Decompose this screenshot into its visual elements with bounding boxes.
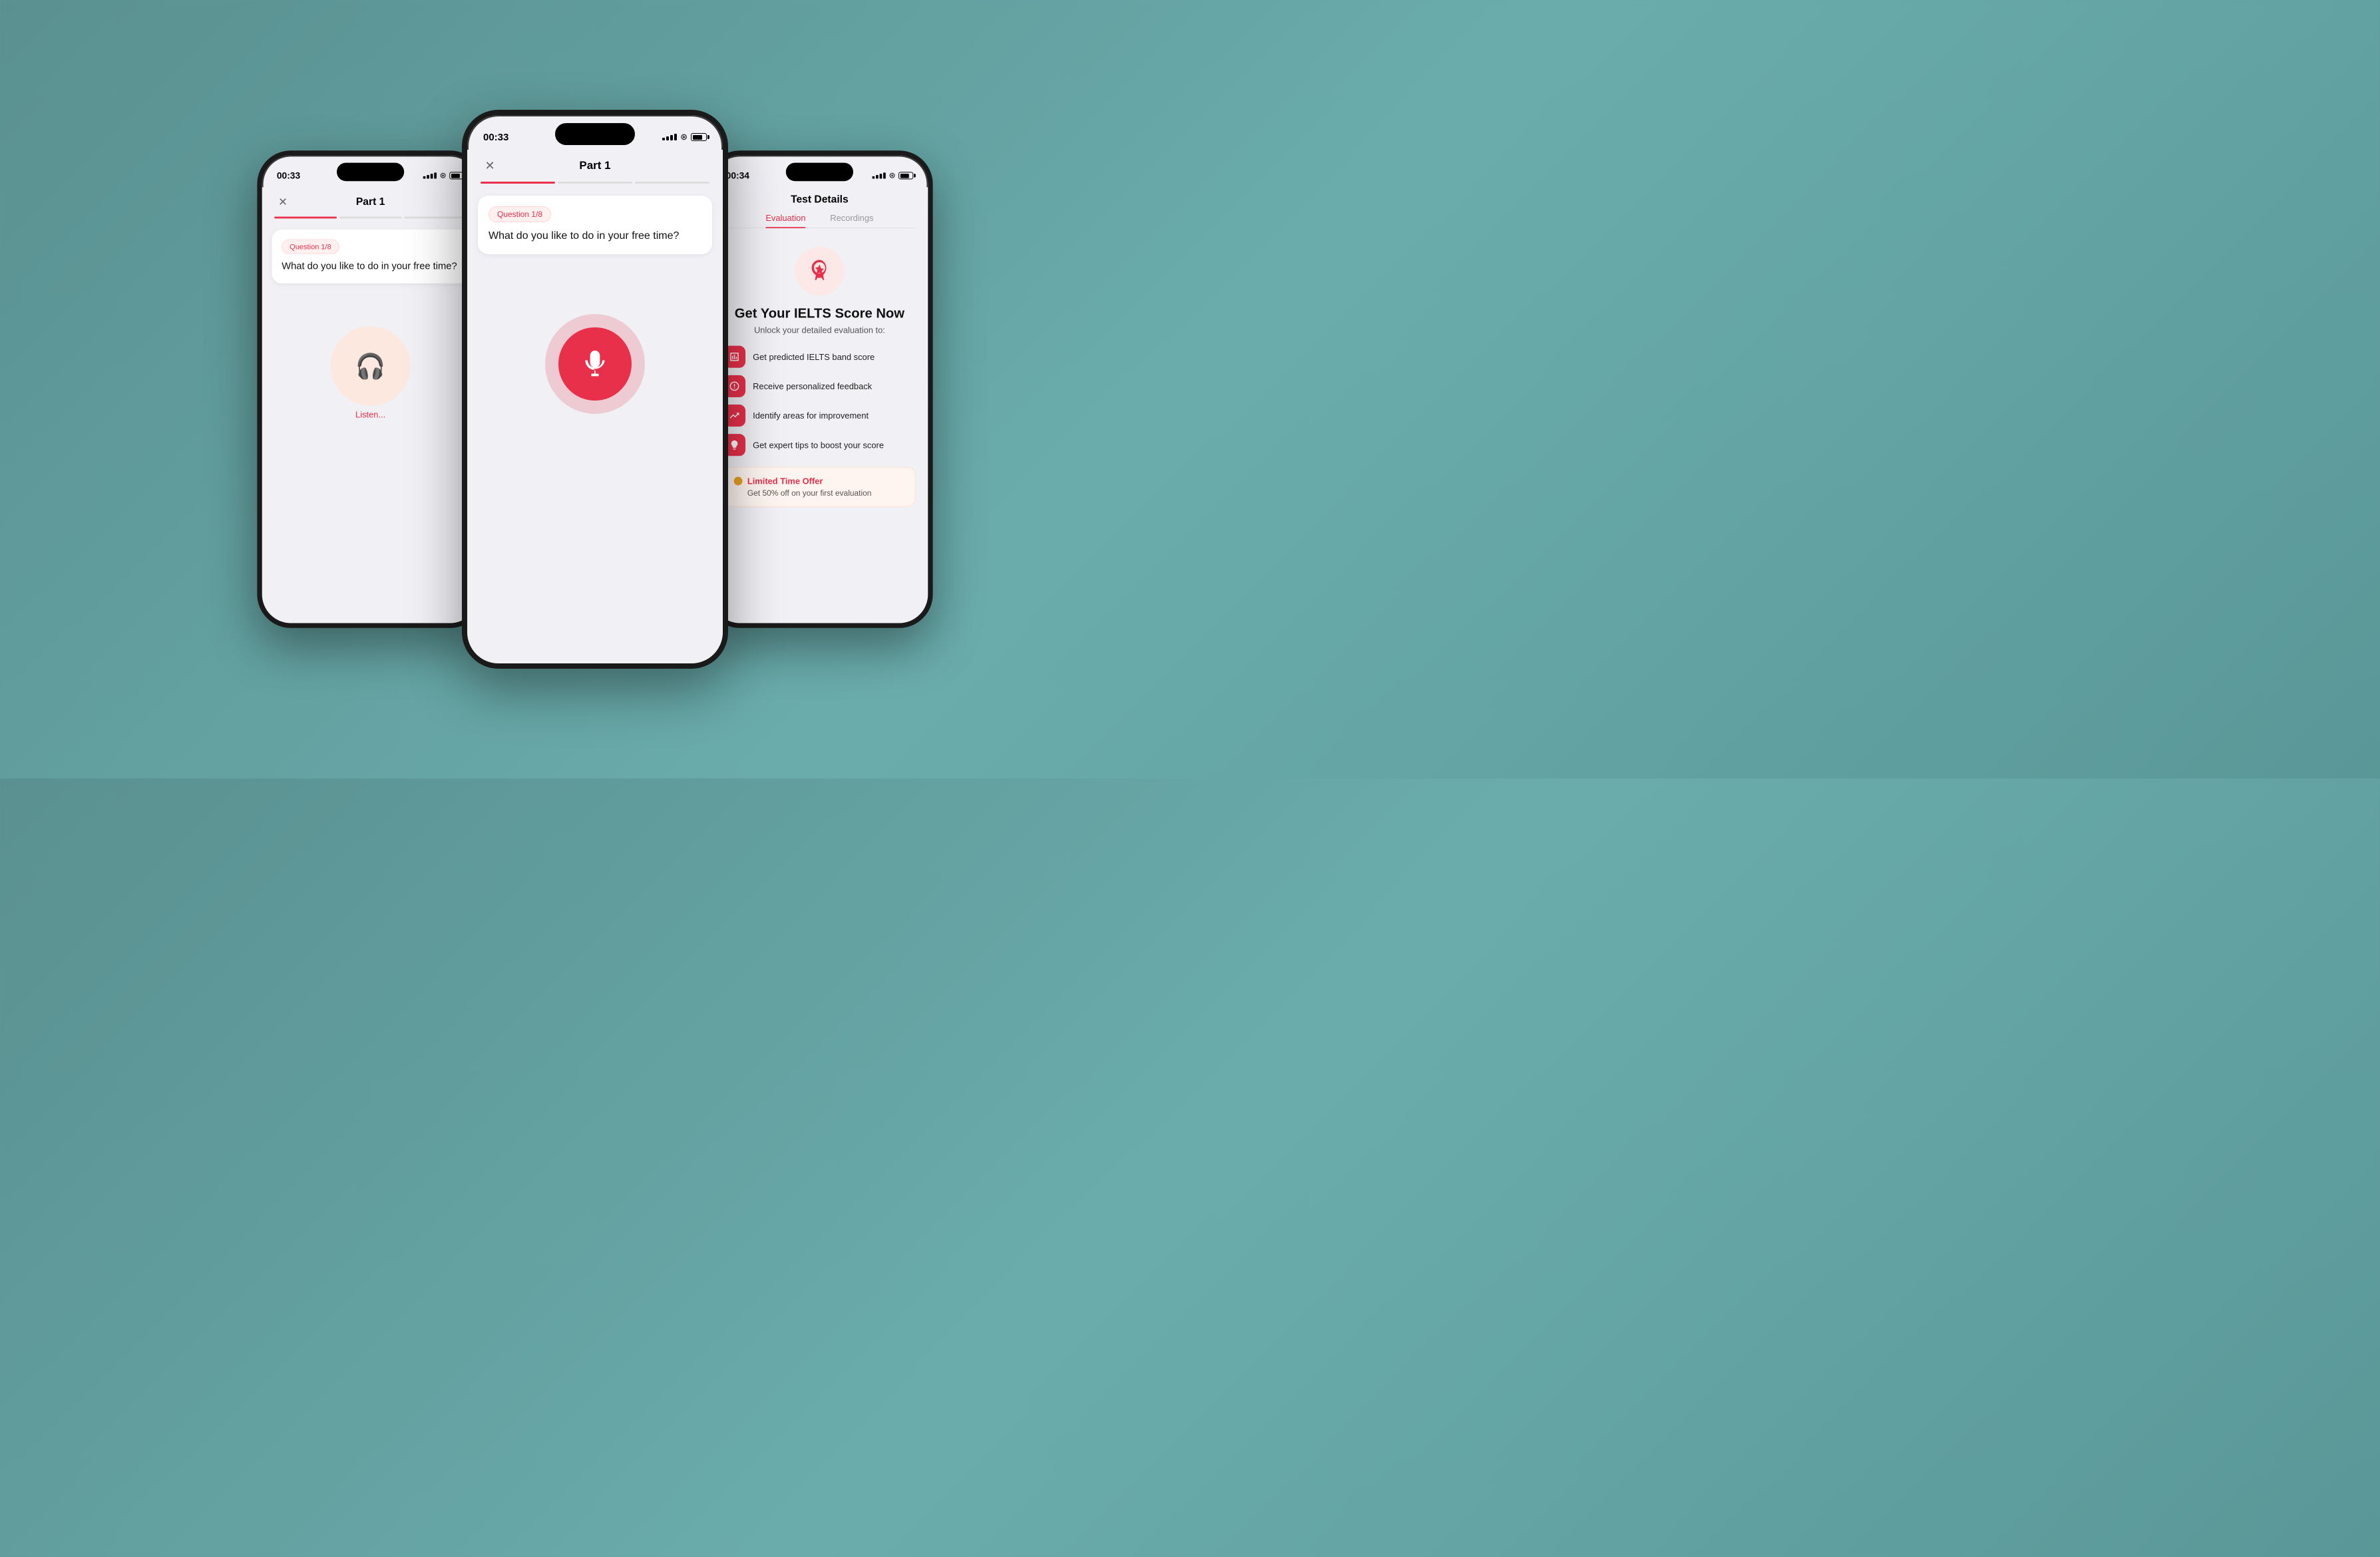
feature-item-3: Get expert tips to boost your score: [723, 434, 916, 456]
listen-circle[interactable]: 🎧: [331, 327, 411, 407]
feature-text-2: Identify areas for improvement: [753, 411, 869, 421]
question-badge-center: Question 1/8: [489, 206, 551, 222]
tab-evaluation[interactable]: Evaluation: [765, 213, 805, 228]
offer-card: Limited Time Offer Get 50% off on your f…: [723, 467, 916, 507]
offer-orange-dot: [734, 477, 743, 486]
mic-icon: [580, 349, 610, 379]
header-title-center: Part 1: [499, 159, 691, 172]
header-center: ✕ Part 1: [467, 150, 723, 182]
progress-c-seg-0: [481, 182, 555, 184]
wifi-icon-center: ⊛: [680, 132, 688, 142]
progress-c-seg-2: [635, 182, 709, 184]
question-text-center: What do you like to do in your free time…: [489, 229, 701, 244]
status-icons-center: ⊛: [662, 132, 707, 142]
tabs-row: Evaluation Recordings: [723, 213, 916, 228]
mic-inner[interactable]: [558, 327, 632, 401]
phone-center: 00:33 ⊛ ✕ Part 1: [462, 110, 728, 669]
status-icons-right: ⊛: [873, 171, 914, 181]
battery-center: [691, 133, 707, 141]
feature-text-3: Get expert tips to boost your score: [753, 440, 884, 450]
unlock-subtitle: Unlock your detailed evaluation to:: [754, 325, 885, 335]
screen-left: ✕ Part 1 Question 1/8 What do you like t…: [262, 187, 479, 623]
mic-area: [467, 261, 723, 467]
mic-outer[interactable]: [545, 314, 645, 414]
score-title: Get Your IELTS Score Now: [735, 305, 904, 321]
test-details-header: Test Details Evaluation Recordings: [711, 187, 928, 234]
test-details-title: Test Details: [723, 194, 916, 206]
wifi-icon-left: ⊛: [440, 171, 447, 181]
offer-title: Limited Time Offer: [747, 476, 823, 486]
feature-item-2: Identify areas for improvement: [723, 405, 916, 427]
signal-center: [662, 134, 677, 140]
feature-item-1: Receive personalized feedback: [723, 375, 916, 397]
progress-seg-0: [274, 217, 337, 219]
phone-right: 00:34 ⊛ Test Details Evaluation R: [706, 150, 932, 628]
feature-list: Get predicted IELTS band score Receive p…: [723, 346, 916, 456]
signal-left: [423, 172, 437, 178]
close-btn-left[interactable]: ✕: [274, 194, 292, 211]
tab-recordings[interactable]: Recordings: [830, 213, 873, 228]
question-card-center: Question 1/8 What do you like to do in y…: [478, 196, 712, 254]
status-icons-left: ⊛: [423, 171, 465, 181]
listen-area: 🎧 Listen...: [262, 289, 479, 456]
feature-text-1: Receive personalized feedback: [753, 381, 872, 391]
wifi-icon-right: ⊛: [889, 171, 895, 181]
screen-right: Test Details Evaluation Recordings Get Y…: [711, 187, 928, 623]
question-badge-left: Question 1/8: [282, 240, 339, 254]
time-left: 00:33: [277, 170, 300, 181]
phones-container: 00:33 ⊛ ✕ Part 1: [229, 110, 961, 669]
header-title-left: Part 1: [292, 196, 449, 208]
listen-label: Listen...: [355, 410, 385, 420]
headphone-icon: 🎧: [355, 352, 386, 381]
progress-left: [262, 217, 479, 224]
award-icon: [806, 258, 833, 284]
progress-seg-2: [404, 217, 467, 219]
close-btn-center[interactable]: ✕: [481, 156, 499, 175]
question-text-left: What do you like to do in your free time…: [282, 260, 459, 274]
award-circle: [795, 247, 845, 296]
battery-right: [898, 172, 913, 179]
progress-seg-1: [339, 217, 402, 219]
feature-text-0: Get predicted IELTS band score: [753, 352, 875, 362]
evaluation-content: Get Your IELTS Score Now Unlock your det…: [711, 234, 928, 519]
phone-left: 00:33 ⊛ ✕ Part 1: [257, 150, 483, 628]
feature-item-0: Get predicted IELTS band score: [723, 346, 916, 368]
time-center: 00:33: [483, 132, 508, 143]
offer-header: Limited Time Offer: [734, 476, 906, 486]
signal-right: [873, 172, 886, 178]
progress-c-seg-1: [558, 182, 632, 184]
dynamic-island-left: [337, 163, 404, 182]
dynamic-island-center: [555, 123, 635, 145]
time-right: 00:34: [726, 170, 749, 181]
question-card-left: Question 1/8 What do you like to do in y…: [272, 230, 469, 283]
offer-text: Get 50% off on your first evaluation: [747, 488, 905, 498]
progress-center: [467, 182, 723, 189]
screen-center: ✕ Part 1 Question 1/8 What do you like t…: [467, 150, 723, 663]
dynamic-island-right: [786, 163, 853, 182]
header-left: ✕ Part 1: [262, 187, 479, 216]
